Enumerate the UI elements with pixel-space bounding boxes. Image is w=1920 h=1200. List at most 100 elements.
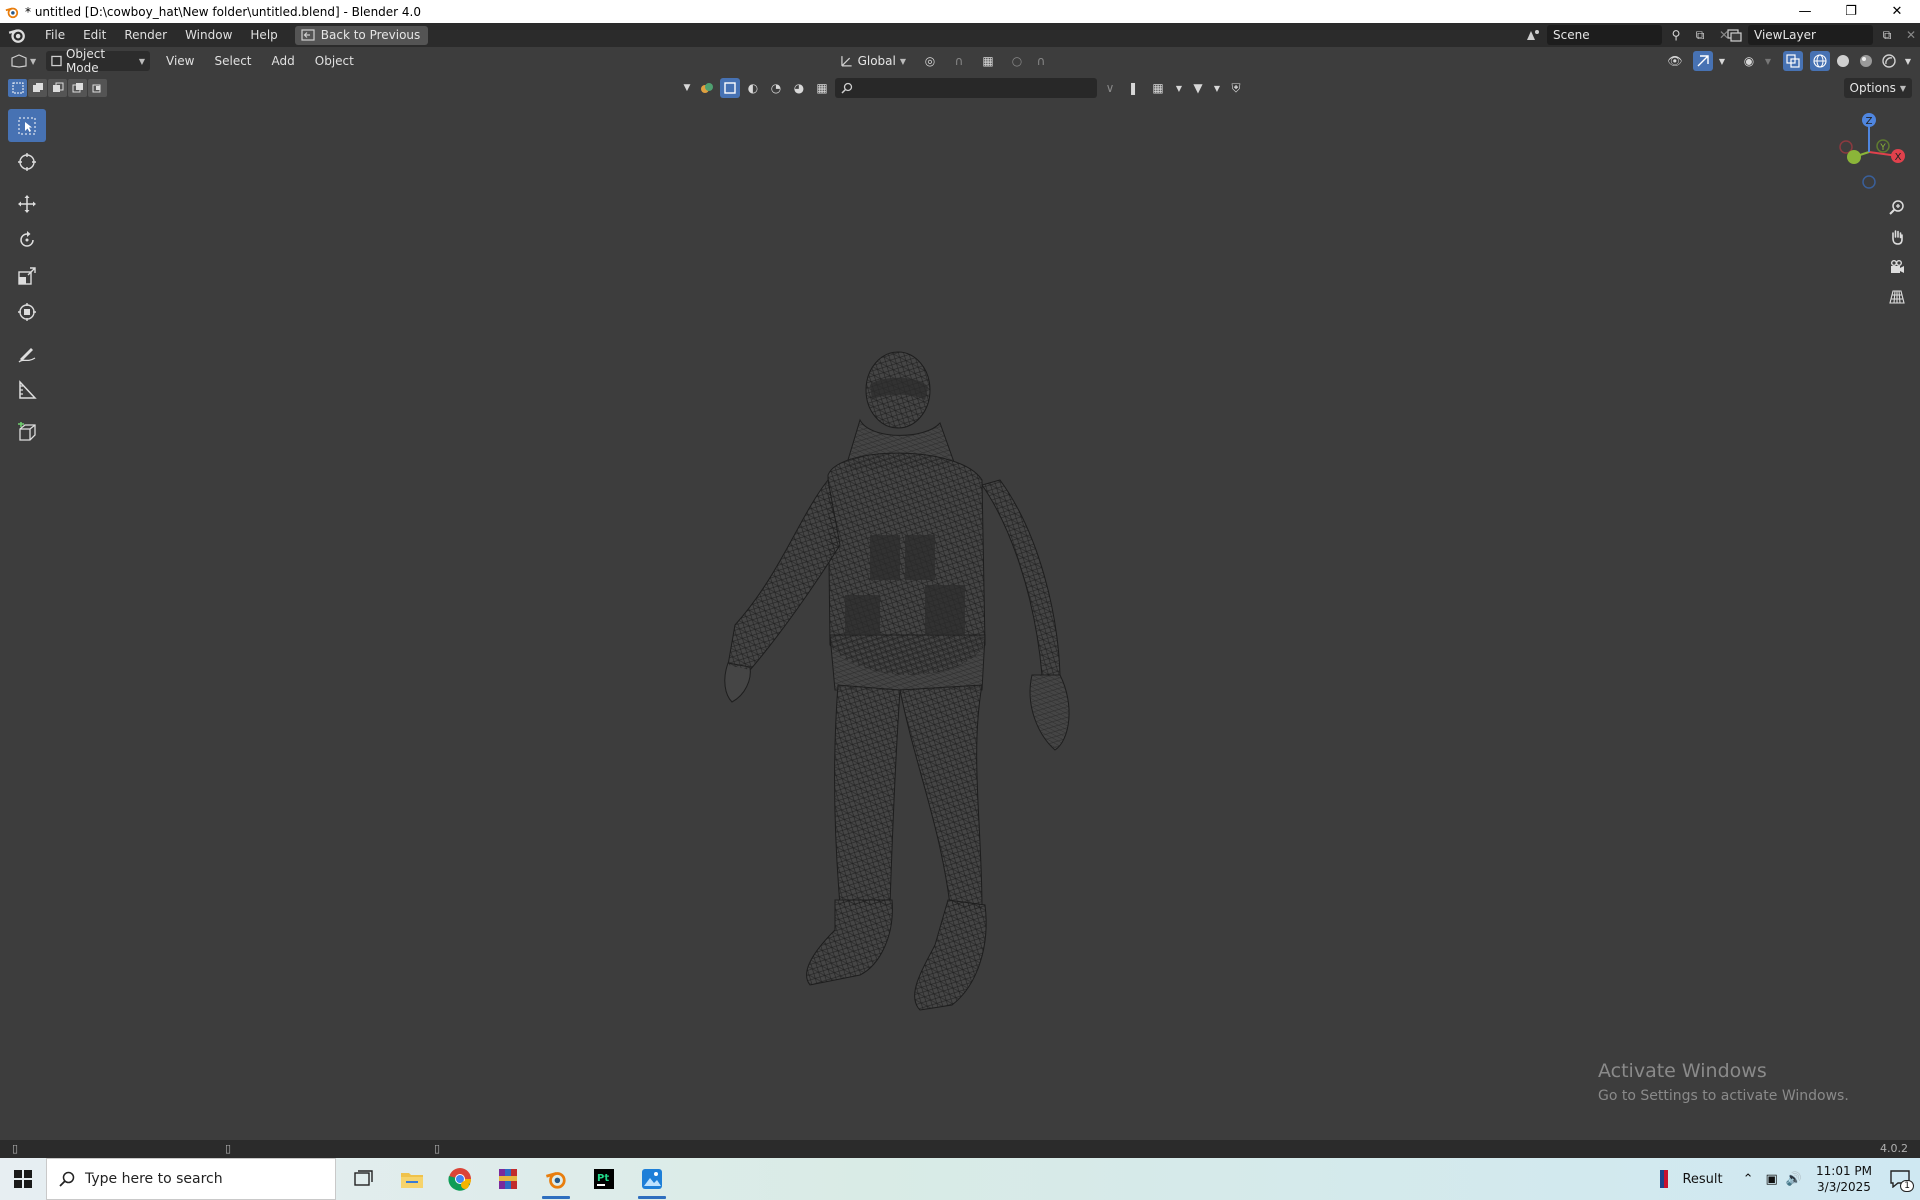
visibility-icon[interactable]: 👁 — [1660, 51, 1690, 71]
menu-edit[interactable]: Edit — [74, 28, 115, 42]
menu-add[interactable]: Add — [262, 54, 305, 68]
funnel-filter-icon[interactable]: ▼ — [1188, 78, 1208, 98]
nba-icon[interactable] — [1650, 1158, 1678, 1200]
add-cube-tool[interactable] — [8, 415, 46, 448]
filter-objects-icon[interactable] — [720, 78, 740, 98]
menu-object[interactable]: Object — [305, 54, 364, 68]
pycharm-icon[interactable]: Pt — [580, 1158, 628, 1200]
minimize-icon[interactable]: — — [1782, 0, 1828, 23]
select-extend-icon[interactable] — [28, 79, 47, 97]
collapse-chevron-icon[interactable]: ▼ — [680, 78, 694, 98]
viewport-subheader: ▼ ◐ ◔ ◕ ▦ ∨ ❚ ▦ ▼ ▼ ▼ ⛨ Options ▼ — [0, 75, 1920, 101]
volume-icon[interactable]: 🔊 — [1786, 1172, 1802, 1187]
overlays-icon[interactable]: ◉ — [1739, 51, 1759, 71]
scene-collection-icon[interactable] — [697, 78, 717, 98]
chevron-down-icon[interactable]: ▼ — [1211, 78, 1223, 98]
snap-target-icon[interactable]: ▦ — [973, 51, 1003, 71]
filter-hierarchy-icon[interactable]: ▦ — [812, 78, 832, 98]
menu-render[interactable]: Render — [115, 28, 176, 42]
close-icon[interactable]: ✕ — [1874, 0, 1920, 23]
transform-tool[interactable] — [8, 295, 46, 328]
select-invert-icon[interactable] — [68, 79, 87, 97]
y-axis-icon[interactable] — [1847, 150, 1861, 164]
wireframe-soldier-model[interactable] — [720, 345, 1090, 1015]
outliner-search-input[interactable] — [835, 78, 1097, 98]
measure-tool[interactable] — [8, 373, 46, 406]
solid-shading-icon[interactable] — [1833, 51, 1853, 71]
view-layer-icon[interactable] — [1724, 25, 1744, 45]
taskbar-search-input[interactable]: Type here to search — [46, 1158, 336, 1200]
filter-chevron-icon[interactable]: ∨ — [1100, 78, 1120, 98]
chevron-down-icon[interactable]: ▼ — [1716, 51, 1728, 71]
mode-dropdown[interactable]: Object Mode ▼ — [46, 47, 150, 75]
options-dropdown[interactable]: Options ▼ — [1843, 78, 1912, 98]
proportional-editing-icon[interactable]: ○ — [1007, 51, 1027, 71]
menu-file[interactable]: File — [36, 28, 74, 42]
chevron-down-icon[interactable]: ▼ — [1902, 51, 1914, 71]
blender-taskbar-icon[interactable] — [532, 1158, 580, 1200]
gizmo-toggle-icon[interactable] — [1693, 51, 1713, 71]
network-icon[interactable]: ▣ — [1766, 1172, 1778, 1187]
view-layer-field[interactable]: ViewLayer — [1748, 25, 1873, 45]
filter-render-icon[interactable]: ◔ — [766, 78, 786, 98]
editor-type-button[interactable]: ▼ — [10, 51, 40, 71]
menu-window[interactable]: Window — [176, 28, 241, 42]
menu-help[interactable]: Help — [241, 28, 286, 42]
result-label[interactable]: Result — [1682, 1172, 1722, 1187]
falloff-icon[interactable]: ∩ — [1031, 51, 1051, 71]
xray-toggle-icon[interactable] — [1783, 51, 1803, 71]
chevron-down-icon[interactable]: ▼ — [1762, 51, 1774, 71]
camera-view-icon[interactable] — [1882, 252, 1912, 282]
neg-z-axis-icon[interactable] — [1862, 175, 1876, 189]
window-titlebar: * untitled [D:\cowboy_hat\New folder\unt… — [0, 0, 1920, 23]
zoom-icon[interactable] — [1882, 192, 1912, 222]
annotate-tool[interactable] — [8, 337, 46, 370]
rendered-shading-icon[interactable] — [1879, 51, 1899, 71]
clock[interactable]: 11:01 PM 3/3/2025 — [1816, 1163, 1872, 1195]
scene-name-field[interactable]: Scene — [1547, 25, 1662, 45]
shield-icon[interactable]: ⛨ — [1226, 78, 1246, 98]
add-cube-icon — [18, 421, 36, 441]
filter-material-icon[interactable]: ◕ — [789, 78, 809, 98]
task-view-icon[interactable] — [340, 1158, 388, 1200]
select-subtract-icon[interactable] — [48, 79, 67, 97]
select-box-tool[interactable] — [8, 109, 46, 142]
photos-icon[interactable] — [628, 1158, 676, 1200]
material-preview-icon[interactable] — [1856, 51, 1876, 71]
select-intersect-icon[interactable] — [88, 79, 107, 97]
back-to-previous-button[interactable]: Back to Previous — [294, 25, 429, 45]
file-explorer-icon[interactable] — [388, 1158, 436, 1200]
restore-icon[interactable]: ❐ — [1828, 0, 1874, 23]
new-view-layer-icon[interactable]: ⧉ — [1877, 25, 1897, 45]
delete-view-layer-icon[interactable]: ✕ — [1901, 25, 1920, 45]
transform-orientation-dropdown[interactable]: Global ▼ — [835, 51, 911, 71]
move-tool[interactable] — [8, 187, 46, 220]
windows-start-icon[interactable] — [0, 1158, 46, 1200]
filter-visible-icon[interactable]: ◐ — [743, 78, 763, 98]
new-scene-icon[interactable]: ⧉ — [1690, 25, 1710, 45]
menu-view[interactable]: View — [156, 54, 204, 68]
navigation-gizmo[interactable]: X Z Y — [1830, 110, 1918, 194]
mode-label: Object Mode — [65, 47, 106, 75]
winrar-icon[interactable] — [484, 1158, 532, 1200]
wireframe-shading-icon[interactable] — [1810, 51, 1830, 71]
snap-icon[interactable]: ∩ — [949, 51, 969, 71]
scale-icon — [18, 266, 36, 285]
chrome-icon[interactable] — [436, 1158, 484, 1200]
select-new-icon[interactable] — [8, 79, 27, 97]
chevron-down-icon[interactable]: ▼ — [1173, 78, 1185, 98]
bookmark-icon[interactable]: ❚ — [1123, 78, 1143, 98]
scale-tool[interactable] — [8, 259, 46, 292]
pivot-point-icon[interactable]: ◎ — [915, 51, 945, 71]
show-hidden-icons-icon[interactable]: ⌃ — [1743, 1172, 1754, 1187]
pan-hand-icon[interactable] — [1882, 222, 1912, 252]
menu-select[interactable]: Select — [204, 54, 261, 68]
pin-icon[interactable]: ⚲ — [1666, 25, 1686, 45]
perspective-toggle-icon[interactable] — [1882, 282, 1912, 312]
display-mode-icon[interactable]: ▦ — [1146, 78, 1170, 98]
cursor-tool[interactable] — [8, 145, 46, 178]
notifications-icon[interactable]: 1 — [1880, 1158, 1920, 1200]
blender-menu-icon[interactable] — [8, 26, 26, 44]
rotate-tool[interactable] — [8, 223, 46, 256]
scene-selector-icon[interactable] — [1523, 25, 1543, 45]
